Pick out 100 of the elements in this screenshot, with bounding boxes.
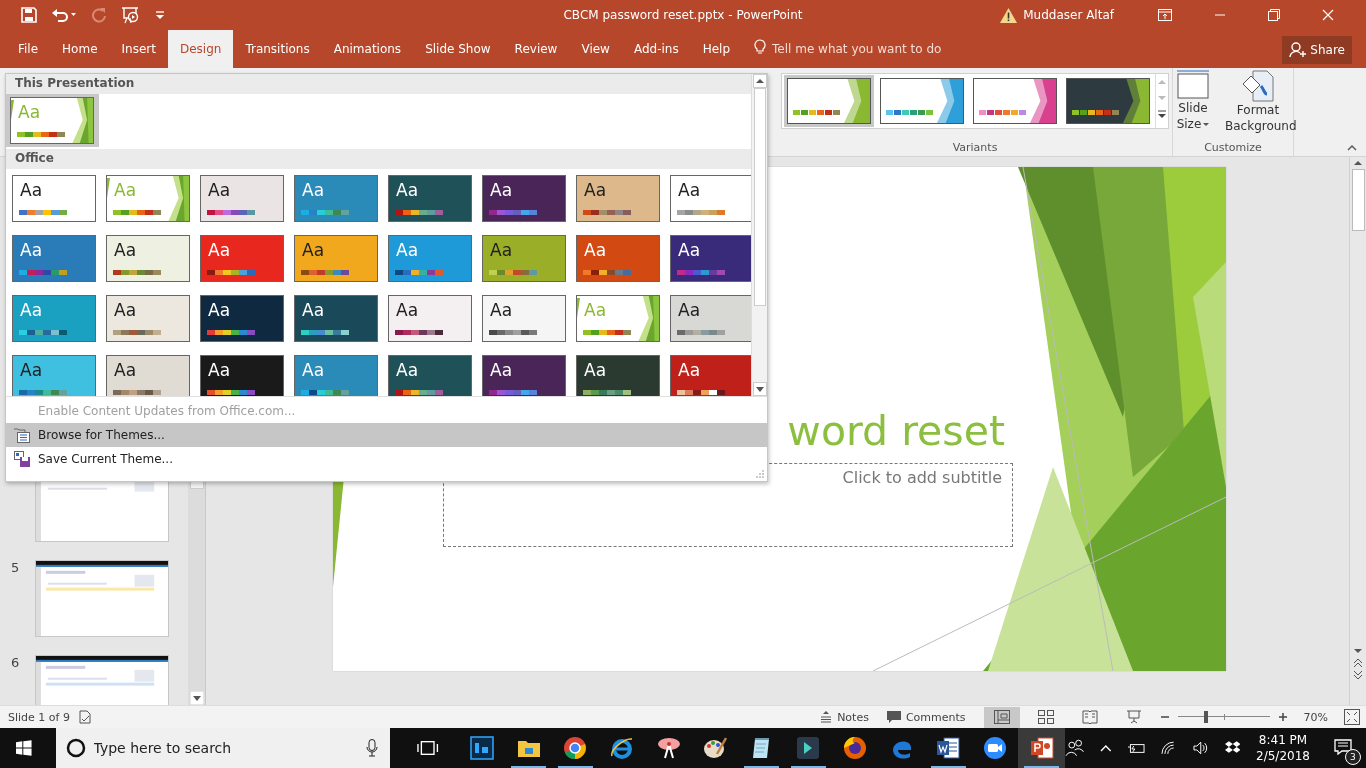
notifications-icon[interactable] [1333, 738, 1352, 755]
microphone-icon[interactable] [366, 739, 379, 757]
theme-thumbnail[interactable]: Aa [670, 295, 751, 342]
task-view-icon[interactable] [417, 740, 439, 756]
wifi-icon[interactable] [1161, 741, 1177, 755]
share-button[interactable]: Share [1282, 36, 1352, 64]
scrollbar[interactable] [1349, 157, 1366, 705]
theme-thumbnail[interactable]: Aa [106, 355, 190, 396]
globe-icon[interactable] [843, 736, 868, 760]
variant-thumbnail[interactable] [787, 78, 871, 124]
ribbon-tab[interactable]: Home [50, 30, 110, 68]
spelling-icon[interactable] [77, 710, 92, 724]
circle-icon[interactable] [65, 738, 86, 758]
document-icon[interactable] [1029, 736, 1054, 760]
theme-thumbnail[interactable]: Aa [670, 355, 751, 396]
ribbon-tab[interactable]: File [6, 30, 51, 68]
ribbon-button[interactable]: Slide Size [1173, 70, 1213, 134]
theme-thumbnail[interactable]: Aa [482, 295, 566, 342]
search-field[interactable]: Type here to search [93, 740, 359, 756]
scrollbar-thumb[interactable] [753, 88, 766, 306]
variant-thumbnail[interactable] [973, 78, 1057, 124]
theme-thumbnail[interactable]: Aa [106, 295, 190, 342]
ribbon-tab[interactable]: Animations [321, 30, 414, 68]
slide-thumbnail[interactable] [35, 560, 169, 637]
scrollbar-thumb[interactable] [1351, 169, 1365, 231]
wheel-icon[interactable] [563, 736, 588, 760]
theme-thumbnail[interactable]: Aa [12, 175, 96, 222]
document-icon[interactable] [936, 736, 961, 760]
scroll-down-icon[interactable] [189, 691, 204, 705]
theme-thumbnail[interactable]: Aa [388, 175, 472, 222]
comments-button[interactable]: Comments [886, 710, 966, 724]
theme-thumbnail[interactable]: Aa [200, 355, 284, 396]
normal-view-icon[interactable] [983, 706, 1020, 728]
collapse-ribbon-icon[interactable] [1347, 144, 1357, 152]
undo-icon[interactable] [51, 7, 77, 23]
scroll-up-icon[interactable] [752, 74, 767, 88]
theme-thumbnail[interactable]: Aa [200, 235, 284, 282]
theme-thumbnail[interactable]: Aa [12, 235, 96, 282]
tile-icon[interactable] [470, 736, 495, 760]
theme-thumbnail[interactable]: Aa [200, 175, 284, 222]
theme-thumbnail[interactable]: Aa [482, 235, 566, 282]
variant-thumbnail[interactable] [880, 78, 964, 124]
zoom-slider[interactable] [1177, 711, 1270, 723]
windows-icon[interactable] [16, 740, 32, 756]
ribbon-tab[interactable]: Design [167, 30, 234, 68]
ribbon-display-icon[interactable] [1158, 9, 1172, 21]
people-icon[interactable] [1064, 739, 1085, 757]
theme-thumbnail[interactable]: Aa [294, 355, 378, 396]
theme-thumbnail[interactable]: Aa [576, 235, 660, 282]
notes-button[interactable]: Notes [820, 710, 869, 724]
previous-slide-icon[interactable] [1351, 657, 1365, 669]
presentation-icon[interactable] [121, 6, 141, 24]
ribbon-tab[interactable]: Add-ins [621, 30, 691, 68]
ring-icon[interactable] [609, 736, 634, 760]
scrollbar[interactable] [751, 74, 767, 396]
theme-thumbnail[interactable]: Aa [670, 175, 751, 222]
ribbon-tab[interactable]: View [569, 30, 622, 68]
theme-thumbnail[interactable]: Aa [12, 355, 96, 396]
theme-thumbnail[interactable]: Aa [482, 175, 566, 222]
theme-thumbnail[interactable]: Aa [388, 295, 472, 342]
theme-thumbnail[interactable]: Aa [670, 235, 751, 282]
theme-thumbnail[interactable]: Aa [482, 355, 566, 396]
ribbon-tab[interactable]: Review [502, 30, 570, 68]
ribbon-tab[interactable]: Insert [109, 30, 168, 68]
theme-thumbnail[interactable]: Aa [294, 235, 378, 282]
theme-thumbnail[interactable]: Aa [576, 355, 660, 396]
theme-thumbnail[interactable]: Aa [106, 235, 190, 282]
zoom-level[interactable]: 70% [1303, 710, 1328, 724]
scroll-down-icon[interactable] [752, 382, 767, 396]
close-icon[interactable] [1322, 9, 1334, 21]
menu-item[interactable]: Browse for Themes... [6, 423, 767, 447]
box-icon[interactable] [1224, 741, 1241, 755]
clock-time[interactable]: 8:41 PM [1258, 732, 1308, 748]
volume-icon[interactable] [1192, 741, 1209, 755]
clock-date[interactable]: 2/5/2018 [1256, 748, 1310, 764]
customize-caret-icon[interactable] [155, 10, 165, 20]
search-bar[interactable]: Type here to search [55, 728, 391, 768]
diamond-tile-icon[interactable] [796, 736, 821, 760]
save-icon[interactable] [21, 7, 37, 23]
battery-icon[interactable] [1127, 742, 1146, 754]
variant-thumbnail[interactable] [1066, 78, 1150, 124]
fan-icon[interactable] [656, 736, 681, 760]
theme-thumbnail[interactable]: Aa [388, 355, 472, 396]
fit-to-window-icon[interactable] [1344, 709, 1360, 725]
zoom-in-icon[interactable] [1277, 712, 1288, 722]
next-slide-icon[interactable] [1351, 669, 1365, 681]
ribbon-tab[interactable]: Help [690, 30, 743, 68]
resize-grip-icon[interactable] [756, 470, 764, 478]
theme-thumbnail[interactable]: Aa [576, 175, 660, 222]
theme-thumbnail[interactable]: Aa [294, 175, 378, 222]
restore-icon[interactable] [1268, 9, 1280, 21]
theme-thumbnail[interactable]: Aa [200, 295, 284, 342]
palette-icon[interactable] [703, 736, 728, 760]
tell-me-field[interactable]: Tell me what you want to do [772, 30, 1033, 68]
ribbon-tab[interactable]: Slide Show [413, 30, 503, 68]
chevron-up-icon[interactable] [1100, 744, 1112, 752]
user-name[interactable]: Muddaser Altaf [1023, 8, 1114, 22]
camera-icon[interactable] [982, 736, 1007, 760]
theme-thumbnail[interactable]: Aa [294, 295, 378, 342]
ribbon-tab[interactable]: Transitions [233, 30, 322, 68]
